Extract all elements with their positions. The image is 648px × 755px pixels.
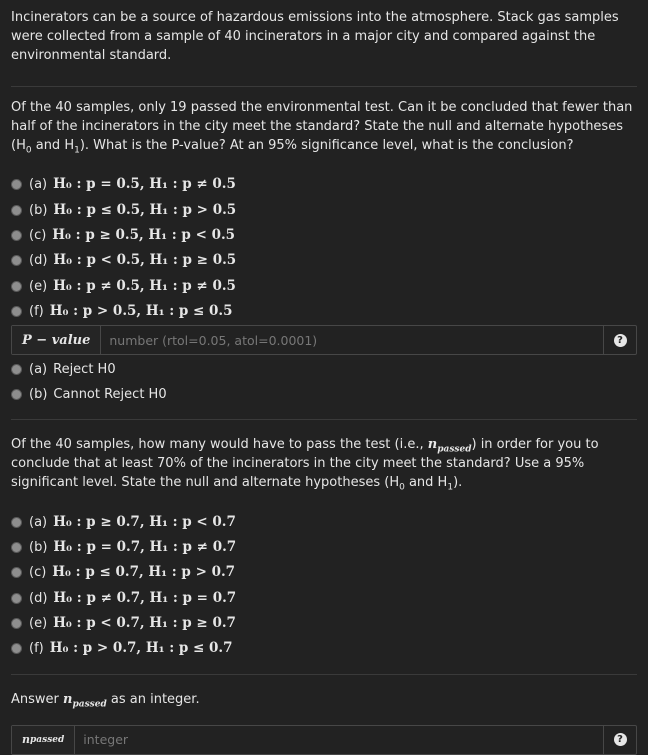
help-button[interactable]: ? (603, 725, 636, 754)
radio-option-d[interactable]: (d) H₀ : p ≠ 0.7, H₁ : p = 0.7 (11, 586, 637, 611)
p-value-label: P − value (12, 326, 102, 355)
radio-option-c[interactable]: (c) H₀ : p ≤ 0.7, H₁ : p > 0.7 (11, 560, 637, 585)
question-2-prompt: Of the 40 samples, how many would have t… (11, 437, 599, 493)
radio-option-e[interactable]: (e) H₀ : p < 0.7, H₁ : p ≥ 0.7 (11, 611, 637, 636)
radio-button[interactable] (11, 306, 22, 318)
question-mark-icon: ? (613, 733, 627, 747)
conclusion-options: (a) Reject H0 (b) Cannot Reject H0 (11, 357, 637, 407)
radio-button[interactable] (11, 229, 22, 241)
radio-option-a[interactable]: (a) H₀ : p ≥ 0.7, H₁ : p < 0.7 (11, 509, 637, 534)
n-passed-label: n passed (12, 725, 76, 754)
question-1-hypothesis-options: (a) H₀ : p = 0.5, H₁ : p ≠ 0.5 (b) H₀ : p … (11, 172, 637, 324)
conclusion-option-reject[interactable]: (a) Reject H0 (11, 357, 637, 382)
n-passed-input[interactable] (75, 725, 603, 754)
radio-option-c[interactable]: (c) H₀ : p ≥ 0.5, H₁ : p < 0.5 (11, 223, 637, 248)
radio-option-f[interactable]: (f) H₀ : p > 0.7, H₁ : p ≤ 0.7 (11, 636, 637, 661)
radio-option-e[interactable]: (e) H₀ : p ≠ 0.5, H₁ : p ≠ 0.5 (11, 274, 637, 299)
radio-button[interactable] (11, 541, 22, 553)
radio-option-d[interactable]: (d) H₀ : p < 0.5, H₁ : p ≥ 0.5 (11, 248, 637, 273)
radio-button[interactable] (11, 280, 22, 292)
n-passed-input-group: npassed ? (11, 724, 637, 755)
radio-button[interactable] (11, 516, 22, 528)
divider (11, 86, 637, 87)
radio-option-b[interactable]: (b) H₀ : p ≤ 0.5, H₁ : p > 0.5 (11, 197, 637, 222)
radio-option-b[interactable]: (b) H₀ : p = 0.7, H₁ : p ≠ 0.7 (11, 535, 637, 560)
radio-button[interactable] (11, 618, 22, 630)
p-value-input[interactable] (101, 326, 603, 355)
divider (11, 419, 637, 421)
help-button[interactable]: ? (603, 326, 636, 355)
radio-button[interactable] (11, 255, 22, 267)
question-mark-icon: ? (613, 333, 627, 347)
conclusion-option-cannot-reject[interactable]: (b) Cannot Reject H0 (11, 382, 637, 407)
p-value-input-group: P − value ? (11, 325, 637, 356)
intro-text: Incinerators can be a source of hazardou… (11, 10, 619, 63)
radio-button[interactable] (11, 643, 22, 655)
question-2-hypothesis-options: (a) H₀ : p ≥ 0.7, H₁ : p < 0.7 (b) H₀ : p … (11, 509, 637, 661)
answer-instruction: Answer npassed as an integer. (11, 691, 200, 710)
radio-button[interactable] (11, 204, 22, 216)
radio-button[interactable] (11, 179, 22, 191)
radio-button[interactable] (11, 389, 22, 401)
radio-option-f[interactable]: (f) H₀ : p > 0.5, H₁ : p ≤ 0.5 (11, 299, 637, 324)
radio-button[interactable] (11, 364, 22, 376)
radio-button[interactable] (11, 567, 22, 579)
radio-button[interactable] (11, 592, 22, 604)
divider (11, 673, 637, 675)
radio-option-a[interactable]: (a) H₀ : p = 0.5, H₁ : p ≠ 0.5 (11, 172, 637, 197)
question-1-prompt: Of the 40 samples, only 19 passed the en… (11, 100, 633, 156)
